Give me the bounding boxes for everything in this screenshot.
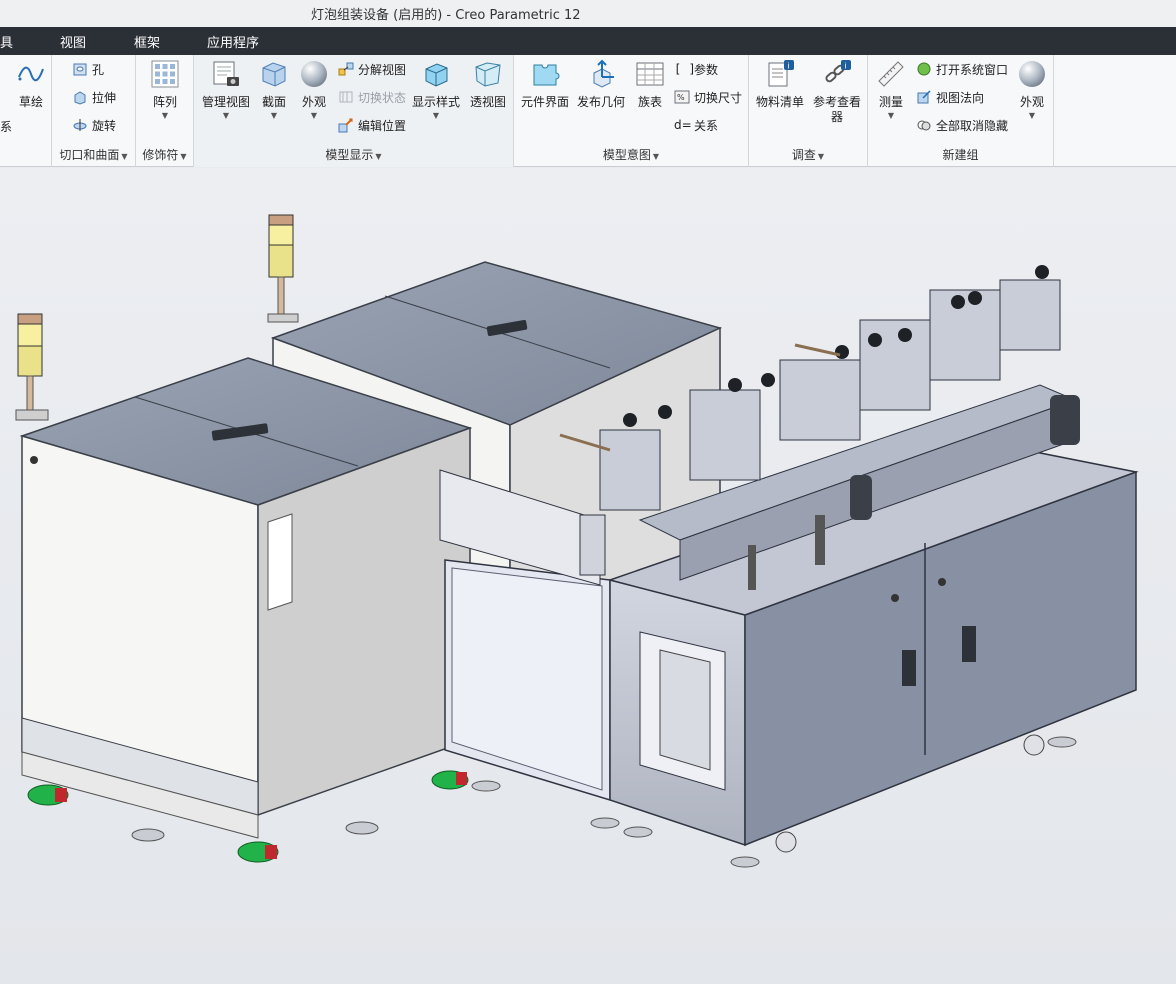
unhide-all-button[interactable]: 全部取消隐藏 <box>916 114 1008 136</box>
appearance-sphere-icon <box>301 61 327 87</box>
group-investigate: i 物料清单 i 参考查看 器 调查 ▼ <box>749 55 868 167</box>
pattern-button[interactable]: 阵列 ▼ <box>144 59 186 121</box>
edit-position-button[interactable]: 编辑位置 <box>338 114 406 136</box>
bulb-assembly-machine-model <box>15 214 1139 868</box>
menu-tools[interactable]: 具 <box>0 32 13 51</box>
group-datum-label: 系 <box>0 120 13 134</box>
group-model-display-label[interactable]: 模型显示 ▼ <box>194 146 513 163</box>
edit-position-icon <box>338 118 353 133</box>
extrude-button[interactable]: 拉伸 <box>72 86 116 108</box>
section-icon <box>262 62 286 87</box>
view-normal-icon <box>917 90 931 104</box>
component-interface-button[interactable]: 元件界面 <box>518 59 572 110</box>
front-cabinet <box>19 357 473 839</box>
svg-text:%: % <box>677 93 685 102</box>
explode-view-button[interactable]: 分解视图 <box>338 58 406 80</box>
group-new-group-label: 新建组 <box>942 148 979 162</box>
ribbon: 草绘 系 孔 拉伸 旋转 切口和曲面 ▼ 阵列 ▼ 修饰符 ▼ 管理视图 ▼ 截… <box>0 55 1176 167</box>
revolve-button[interactable]: 旋转 <box>72 114 116 136</box>
menu-framework[interactable]: 框架 <box>134 32 160 51</box>
toggle-status-icon <box>339 91 353 103</box>
unhide-all-icon <box>917 120 931 131</box>
switch-dimensions-icon: % <box>674 90 690 104</box>
component-interface-icon <box>533 64 560 86</box>
graphics-viewport[interactable] <box>0 168 1176 984</box>
sketch-icon <box>18 66 44 82</box>
explode-view-icon <box>338 62 354 76</box>
family-table-button[interactable]: 族表 <box>632 59 668 110</box>
extrude-icon <box>74 91 86 105</box>
relations-button[interactable]: d= 关系 <box>674 114 718 136</box>
display-style-button[interactable]: 显示样式 ▼ <box>410 59 462 121</box>
window-title: 灯泡组装设备 (启用的) - Creo Parametric 12 <box>311 8 581 23</box>
group-modifier: 阵列 ▼ 修饰符 ▼ <box>136 55 194 167</box>
hole-icon <box>73 63 87 76</box>
measure-ruler-icon <box>878 61 904 87</box>
group-cut-surface: 孔 拉伸 旋转 切口和曲面 ▼ <box>52 55 136 167</box>
open-system-window-button[interactable]: 打开系统窗口 <box>916 58 1008 80</box>
appearance-button[interactable]: 外观 ▼ <box>296 59 332 121</box>
creo-window: 灯泡组装设备 (启用的) - Creo Parametric 12 具 视图 框… <box>0 0 1176 984</box>
group-datum: 草绘 系 <box>0 55 52 167</box>
system-window-icon <box>917 62 931 76</box>
reference-viewer-chain-icon: i <box>825 60 851 83</box>
revolve-icon <box>73 119 87 131</box>
manage-views-button[interactable]: 管理视图 ▼ <box>200 59 252 121</box>
hole-button[interactable]: 孔 <box>72 58 104 80</box>
group-model-intent: 元件界面 发布几何 族表 [ ] 参数 % 切换尺寸 d= 关系 模型意图 ▼ <box>514 55 749 167</box>
group-investigate-label[interactable]: 调查 ▼ <box>749 146 867 163</box>
publish-geometry-icon <box>593 59 614 88</box>
menu-view[interactable]: 视图 <box>60 32 86 51</box>
family-table-icon <box>636 62 664 86</box>
menu-applications[interactable]: 应用程序 <box>207 32 259 51</box>
rear-signal-tower <box>267 214 299 323</box>
section-button[interactable]: 截面 ▼ <box>256 59 292 121</box>
svg-text:i: i <box>845 62 847 71</box>
pattern-icon <box>151 60 179 88</box>
svg-text:i: i <box>788 62 790 71</box>
group-model-display: 管理视图 ▼ 截面 ▼ 外观 ▼ 分解视图 切换状态 编辑位置 显示样式 ▼ 透… <box>194 55 514 167</box>
perspective-button[interactable]: 透视图 <box>466 59 510 110</box>
measure-button[interactable]: 测量 ▼ <box>872 59 910 121</box>
manage-views-icon <box>213 61 239 86</box>
perspective-icon <box>475 62 501 87</box>
parameters-icon: [ ] <box>674 62 696 76</box>
relations-icon: d= <box>674 118 692 132</box>
view-normal-button[interactable]: 视图法向 <box>916 86 984 108</box>
appearance-2-sphere-icon <box>1019 61 1045 87</box>
front-signal-tower <box>15 313 49 421</box>
publish-geometry-button[interactable]: 发布几何 <box>574 59 628 110</box>
menu-bar: 具 视图 框架 应用程序 <box>0 27 1176 55</box>
title-bar: 灯泡组装设备 (启用的) - Creo Parametric 12 <box>0 0 1176 27</box>
toggle-status-button[interactable]: 切换状态 <box>338 86 406 108</box>
bill-of-materials-icon: i <box>768 60 794 87</box>
group-cut-surface-label[interactable]: 切口和曲面 ▼ <box>52 146 135 163</box>
appearance-2-button[interactable]: 外观 ▼ <box>1014 59 1050 121</box>
group-new-group: 测量 ▼ 打开系统窗口 视图法向 全部取消隐藏 外观 ▼ 新建组 <box>868 55 1054 167</box>
group-modifier-label[interactable]: 修饰符 ▼ <box>136 146 193 163</box>
reference-viewer-button[interactable]: i 参考查看 器 <box>809 59 865 125</box>
bill-of-materials-button[interactable]: i 物料清单 <box>753 59 807 110</box>
sketch-button[interactable]: 草绘 <box>12 59 50 110</box>
group-model-intent-label[interactable]: 模型意图 ▼ <box>514 146 748 163</box>
parameters-button[interactable]: [ ] 参数 <box>674 58 718 80</box>
display-style-cube-icon <box>425 63 448 87</box>
switch-dimensions-button[interactable]: % 切换尺寸 <box>674 86 742 108</box>
